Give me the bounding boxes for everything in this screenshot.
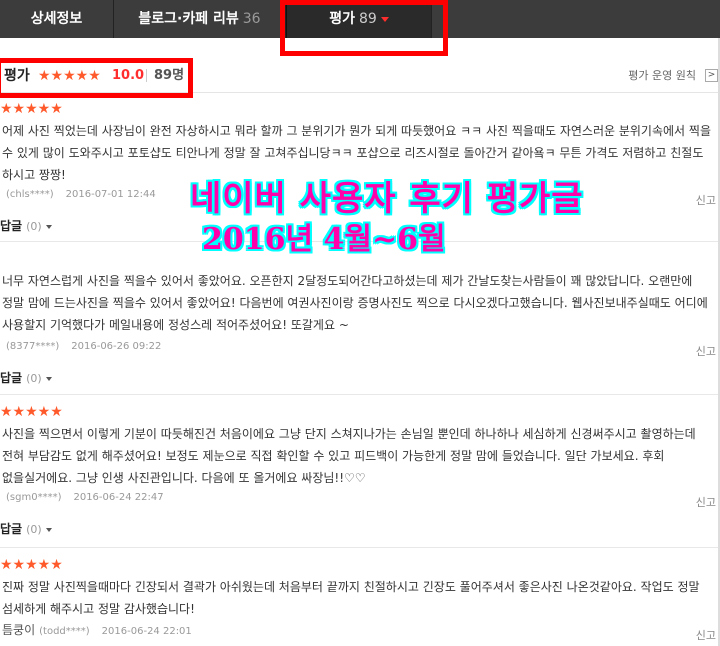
- review-text: 어제 사진 찍었는데 사장님이 완전 자상하시고 뭐라 할까 그 분위기가 뭔가…: [2, 124, 711, 182]
- review-meta: (8377****) 2016-06-26 09:22: [6, 340, 161, 354]
- tab-blog-cafe-reviews-count: 36: [242, 11, 261, 27]
- review-meta: (sgm0****) 2016-06-24 22:47: [6, 491, 164, 505]
- caret-down-icon: [45, 224, 52, 229]
- report-button[interactable]: 신고: [696, 345, 716, 359]
- reply-label: 답글: [0, 219, 23, 233]
- review-date: 2016-06-24 22:47: [73, 492, 164, 503]
- reply-button[interactable]: 답글 (0): [0, 370, 52, 387]
- tab-bar-filler: [432, 0, 720, 38]
- review-stars-icon: ★★★★★: [0, 101, 63, 117]
- review-user: (8377****): [6, 341, 60, 352]
- report-button[interactable]: 신고: [696, 194, 716, 208]
- highlight-box-summary: [0, 58, 193, 98]
- caret-down-icon: [45, 527, 52, 532]
- review-date: 2016-06-26 09:22: [71, 341, 162, 352]
- chevron-right-icon[interactable]: >: [705, 69, 718, 82]
- tab-blog-cafe-reviews[interactable]: 블로그·카페 리뷰 36: [114, 0, 286, 38]
- review-user: (chls****): [6, 189, 54, 200]
- review-divider: [0, 547, 720, 548]
- review-meta: 틈쿵이 (todd****) 2016-06-24 22:01: [2, 623, 192, 639]
- review-text: 사진을 찍으면서 이렇게 기분이 따듯해진건 처음이에요 그냥 단지 스쳐지나가…: [2, 427, 696, 485]
- review-date: 2016-06-24 22:01: [101, 626, 192, 637]
- report-button[interactable]: 신고: [696, 629, 716, 643]
- review-text: 너무 자연스럽게 사진을 찍을수 있어서 좋았어요. 오픈한지 2달정도되어간다…: [2, 274, 708, 332]
- review-nickname: 틈쿵이: [2, 623, 36, 637]
- tab-blog-cafe-reviews-label: 블로그·카페 리뷰: [138, 11, 239, 27]
- reply-label: 답글: [0, 371, 23, 385]
- caret-down-icon: [45, 376, 52, 381]
- review-meta: (chls****) 2016-07-01 12:44: [6, 188, 156, 202]
- review-text: 진짜 정말 사진찍을때마다 긴장되서 결곽가 아쉬웠는데 처음부터 끝까지 친절…: [2, 580, 700, 616]
- reply-count: (0): [26, 372, 42, 385]
- tab-details-label: 상세정보: [30, 11, 83, 27]
- review-stars-icon: ★★★★★: [0, 557, 63, 573]
- overlay-caption: 네이버 사용자 후기 평가글 2016년 4월~6월: [190, 178, 630, 260]
- report-button[interactable]: 신고: [696, 496, 716, 510]
- review-date: 2016-07-01 12:44: [65, 189, 156, 200]
- reply-count: (0): [26, 523, 42, 536]
- highlight-box-tab: [280, 0, 448, 56]
- rating-policy-link[interactable]: 평가 운영 원칙: [628, 69, 696, 83]
- overlay-caption-line2: 2016년 4월~6월: [202, 222, 446, 257]
- tab-details[interactable]: 상세정보: [0, 0, 114, 38]
- reply-label: 답글: [0, 522, 23, 536]
- overlay-caption-line1: 네이버 사용자 후기 평가글: [190, 179, 584, 219]
- reply-button[interactable]: 답글 (0): [0, 218, 52, 235]
- reply-count: (0): [26, 220, 42, 233]
- review-user: (todd****): [39, 626, 90, 637]
- review-stars-icon: ★★★★★: [0, 404, 63, 420]
- reply-button[interactable]: 답글 (0): [0, 521, 52, 538]
- review-user: (sgm0****): [6, 492, 62, 503]
- review-divider: [0, 394, 720, 395]
